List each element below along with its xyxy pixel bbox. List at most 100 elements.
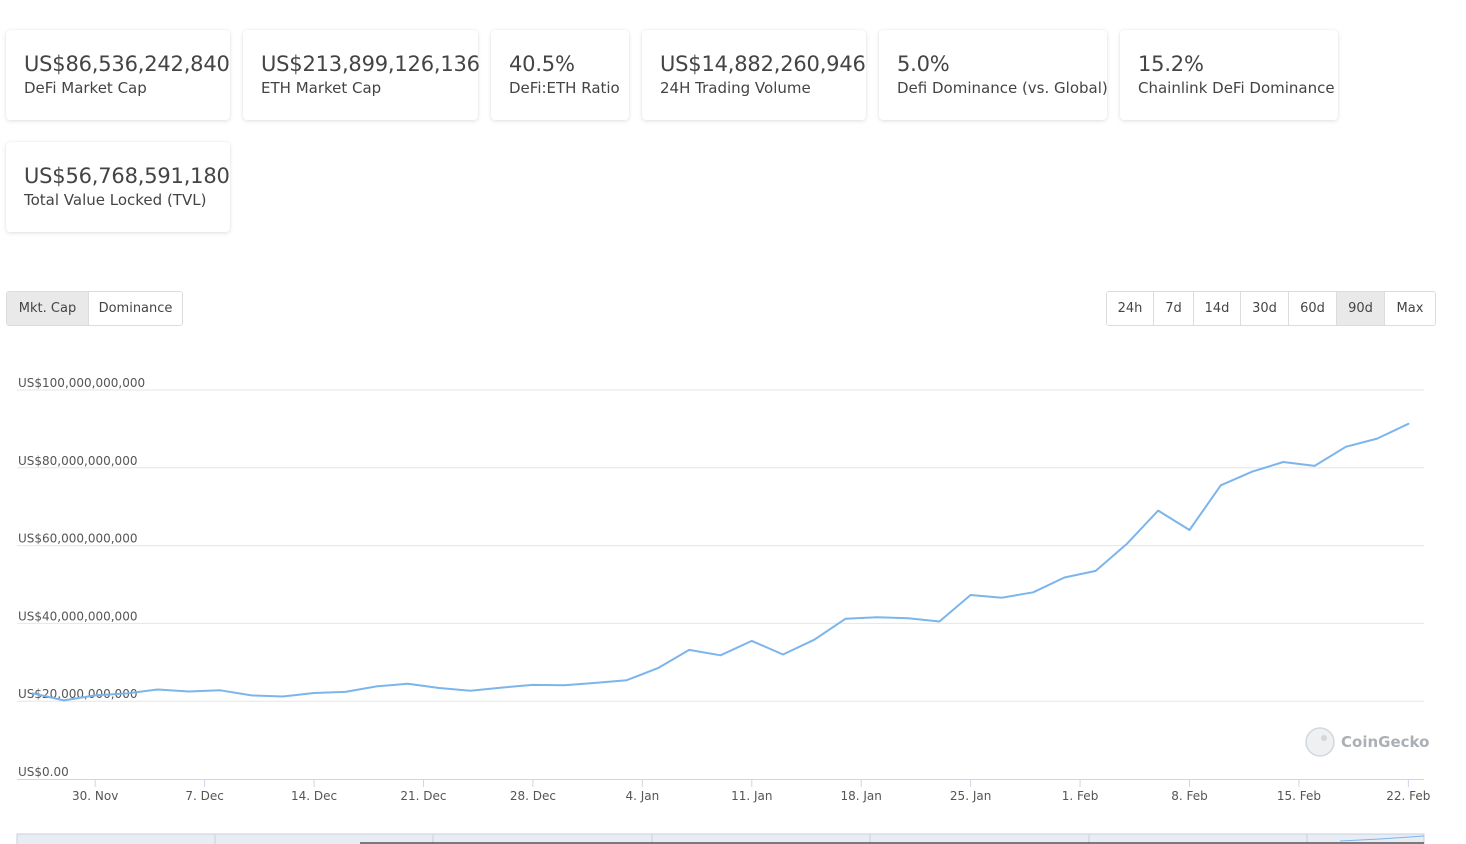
data-point[interactable]	[157, 689, 159, 691]
y-tick-label: US$100,000,000,000	[18, 376, 145, 390]
gecko-logo-icon	[1305, 727, 1335, 757]
stat-label: DeFi Market Cap	[24, 79, 147, 97]
x-tick-label: 1. Feb	[1062, 789, 1099, 803]
tab-dominance[interactable]: Dominance	[89, 292, 182, 325]
stat-card-defi-eth-ratio: 40.5% DeFi:ETH Ratio	[491, 30, 629, 120]
data-point[interactable]	[1345, 446, 1347, 448]
y-tick-label: US$60,000,000,000	[18, 532, 137, 546]
x-tick-label: 22. Feb	[1386, 789, 1430, 803]
data-point[interactable]	[376, 685, 378, 687]
data-point[interactable]	[32, 692, 34, 694]
stat-label: Total Value Locked (TVL)	[24, 191, 207, 209]
data-point[interactable]	[657, 667, 659, 669]
data-point[interactable]	[407, 683, 409, 685]
data-point[interactable]	[219, 689, 221, 691]
x-axis: 30. Nov 7. Dec 14. Dec 21. Dec 28. Dec 4. Jan…	[17, 779, 1430, 803]
stat-value: 15.2%	[1138, 52, 1204, 76]
data-point[interactable]	[469, 690, 471, 692]
stat-card-trading-volume: US$14,882,260,946 24H Trading Volume	[642, 30, 866, 120]
data-point[interactable]	[1157, 510, 1159, 512]
x-tick-label: 11. Jan	[731, 789, 772, 803]
data-point[interactable]	[94, 694, 96, 696]
tab-mkt-cap[interactable]: Mkt. Cap	[7, 292, 89, 325]
y-axis-labels: US$0.00US$20,000,000,000US$40,000,000,00…	[18, 376, 145, 779]
x-tick-label: 25. Jan	[950, 789, 991, 803]
range-button-14d[interactable]: 14d	[1194, 292, 1241, 325]
data-point[interactable]	[1407, 423, 1409, 425]
data-point[interactable]	[1189, 529, 1191, 531]
stat-value: US$86,536,242,840	[24, 52, 230, 76]
data-point[interactable]	[1314, 465, 1316, 467]
data-point[interactable]	[501, 687, 503, 689]
data-point[interactable]	[344, 691, 346, 693]
data-point[interactable]	[1126, 543, 1128, 545]
data-point[interactable]	[594, 682, 596, 684]
range-button-24h[interactable]: 24h	[1107, 292, 1154, 325]
data-point[interactable]	[1376, 438, 1378, 440]
x-tick-label: 7. Dec	[185, 789, 223, 803]
x-tick-label: 18. Jan	[840, 789, 881, 803]
data-point[interactable]	[720, 654, 722, 656]
x-tick-label: 8. Feb	[1171, 789, 1208, 803]
data-point[interactable]	[813, 639, 815, 641]
data-point[interactable]	[1095, 570, 1097, 572]
y-tick-label: US$80,000,000,000	[18, 454, 137, 468]
data-point[interactable]	[563, 684, 565, 686]
y-tick-label: US$0.00	[18, 765, 69, 779]
stat-label: Chainlink DeFi Dominance	[1138, 79, 1335, 97]
stat-card-tvl: US$56,768,591,180 Total Value Locked (TV…	[6, 142, 230, 232]
x-tick-label: 14. Dec	[291, 789, 337, 803]
x-tick-label: 4. Jan	[625, 789, 659, 803]
data-point[interactable]	[751, 640, 753, 642]
stat-label: Defi Dominance (vs. Global)	[897, 79, 1108, 97]
stat-card-chainlink-dominance: 15.2% Chainlink DeFi Dominance	[1120, 30, 1338, 120]
y-tick-label: US$40,000,000,000	[18, 609, 137, 623]
data-point[interactable]	[876, 616, 878, 618]
data-point[interactable]	[845, 618, 847, 620]
range-button-max[interactable]: Max	[1385, 292, 1435, 325]
data-point[interactable]	[1251, 471, 1253, 473]
stat-value: US$14,882,260,946	[660, 52, 866, 76]
data-point[interactable]	[313, 692, 315, 694]
data-point[interactable]	[1032, 591, 1034, 593]
data-point[interactable]	[188, 691, 190, 693]
data-point[interactable]	[970, 594, 972, 596]
range-button-90d[interactable]: 90d	[1337, 292, 1385, 325]
data-point[interactable]	[63, 699, 65, 701]
stat-value: US$56,768,591,180	[24, 164, 230, 188]
stat-value: US$213,899,126,136	[261, 52, 480, 76]
data-point[interactable]	[532, 684, 534, 686]
data-point[interactable]	[782, 654, 784, 656]
data-point[interactable]	[626, 679, 628, 681]
x-tick-label: 28. Dec	[510, 789, 556, 803]
data-point[interactable]	[251, 694, 253, 696]
data-point[interactable]	[1001, 597, 1003, 599]
data-point[interactable]	[907, 617, 909, 619]
stat-value: 5.0%	[897, 52, 950, 76]
range-button-7d[interactable]: 7d	[1154, 292, 1194, 325]
navigator[interactable]	[16, 833, 1425, 844]
stat-label: 24H Trading Volume	[660, 79, 811, 97]
data-point[interactable]	[438, 687, 440, 689]
stat-card-defi-dominance: 5.0% Defi Dominance (vs. Global)	[879, 30, 1108, 120]
x-tick-label: 15. Feb	[1277, 789, 1321, 803]
stat-value: 40.5%	[509, 52, 575, 76]
data-point[interactable]	[282, 696, 284, 698]
data-point[interactable]	[1282, 461, 1284, 463]
stat-label: ETH Market Cap	[261, 79, 382, 97]
data-point[interactable]	[1220, 484, 1222, 486]
gecko-eye-icon	[1321, 735, 1327, 741]
x-tick-label: 21. Dec	[400, 789, 446, 803]
data-point[interactable]	[1063, 577, 1065, 579]
market-cap-chart[interactable]: US$0.00US$20,000,000,000US$40,000,000,00…	[0, 360, 1466, 844]
coingecko-watermark: CoinGecko	[1305, 727, 1429, 757]
data-point[interactable]	[688, 649, 690, 651]
range-button-60d[interactable]: 60d	[1289, 292, 1337, 325]
series-line[interactable]	[31, 422, 1410, 702]
watermark-text: CoinGecko	[1341, 733, 1429, 751]
data-point[interactable]	[938, 621, 940, 623]
data-point[interactable]	[125, 692, 127, 694]
range-button-30d[interactable]: 30d	[1241, 292, 1289, 325]
stat-label: DeFi:ETH Ratio	[509, 79, 620, 97]
series-layer	[31, 422, 1410, 702]
